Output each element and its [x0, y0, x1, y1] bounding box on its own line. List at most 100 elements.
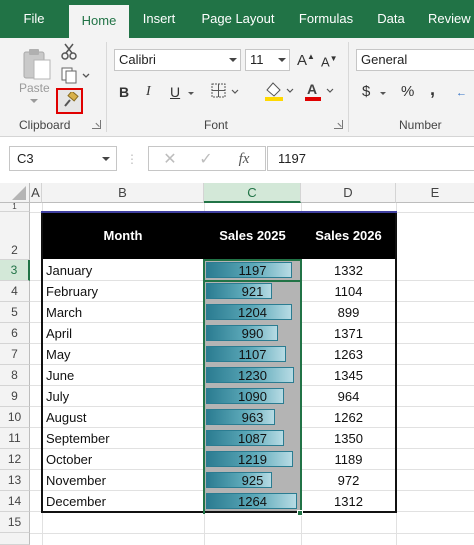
paste-label[interactable]: Paste: [19, 81, 50, 95]
cell-sales-2026[interactable]: 1312: [301, 491, 396, 512]
header-sales-2026[interactable]: Sales 2026: [301, 212, 396, 259]
row-header[interactable]: 2: [0, 212, 30, 260]
row-header[interactable]: 7: [0, 344, 30, 365]
cell-sales-2026[interactable]: 1350: [301, 428, 396, 449]
cell-sales-2025[interactable]: 1219: [204, 449, 301, 470]
header-month[interactable]: Month: [42, 212, 204, 259]
cell-sales-2025[interactable]: 990: [204, 323, 301, 344]
cell-sales-2025[interactable]: 1087: [204, 428, 301, 449]
cell-month[interactable]: April: [43, 323, 203, 344]
row-header[interactable]: 4: [0, 281, 30, 302]
font-name-select[interactable]: Calibri: [114, 49, 241, 71]
copy-icon[interactable]: [58, 65, 92, 85]
row-header[interactable]: [0, 533, 30, 545]
percent-button[interactable]: %: [401, 83, 414, 100]
cell-sales-2025[interactable]: 921: [204, 281, 301, 302]
tab-formulas[interactable]: Formulas: [294, 0, 358, 38]
insert-function-icon[interactable]: fx: [233, 149, 255, 169]
cell-month[interactable]: May: [43, 344, 203, 365]
row-header[interactable]: 10: [0, 407, 30, 428]
comma-style-button[interactable]: ,: [430, 79, 435, 100]
cell-sales-2026[interactable]: 1345: [301, 365, 396, 386]
cell-month[interactable]: October: [43, 449, 203, 470]
column-header-b[interactable]: B: [42, 183, 204, 203]
cell-sales-2026[interactable]: 1104: [301, 281, 396, 302]
cell-sales-2026[interactable]: 1371: [301, 323, 396, 344]
tab-data[interactable]: Data: [372, 0, 410, 38]
cell-sales-2025[interactable]: 1204: [204, 302, 301, 323]
cell-sales-2026[interactable]: 1332: [301, 260, 396, 281]
cell-month[interactable]: January: [43, 260, 203, 281]
enter-check-icon[interactable]: ✓: [197, 149, 215, 169]
cancel-icon[interactable]: ✕: [161, 149, 179, 169]
tab-review[interactable]: Review: [428, 0, 474, 38]
row-header[interactable]: 6: [0, 323, 30, 344]
column-header-d[interactable]: D: [301, 183, 396, 203]
decrease-font-size-button[interactable]: A▼: [321, 54, 338, 69]
tab-file[interactable]: File: [14, 0, 54, 38]
fill-color-icon[interactable]: [262, 79, 298, 103]
cell-month[interactable]: December: [43, 491, 203, 512]
font-color-icon[interactable]: A: [302, 79, 338, 103]
cell-sales-2026[interactable]: 1189: [301, 449, 396, 470]
cell-month[interactable]: September: [43, 428, 203, 449]
cell-sales-2025[interactable]: 963: [204, 407, 301, 428]
font-size-select[interactable]: 11: [245, 49, 290, 71]
row-header[interactable]: 9: [0, 386, 30, 407]
name-box[interactable]: C3: [9, 146, 117, 171]
number-format-select[interactable]: General: [356, 49, 474, 71]
row-header[interactable]: 8: [0, 365, 30, 386]
cell-month[interactable]: November: [43, 470, 203, 491]
increase-decimal-icon[interactable]: ←: [456, 82, 474, 102]
paste-icon[interactable]: [20, 46, 54, 82]
cell-sales-2025[interactable]: 1197: [204, 260, 301, 281]
cell-sales-2025[interactable]: 1230: [204, 365, 301, 386]
cell-month[interactable]: August: [43, 407, 203, 428]
clipboard-launcher-icon[interactable]: [92, 120, 101, 129]
row-header[interactable]: 13: [0, 470, 30, 491]
cell-sales-2025[interactable]: 1090: [204, 386, 301, 407]
row-header[interactable]: 11: [0, 428, 30, 449]
paste-dropdown-icon[interactable]: [24, 96, 44, 106]
underline-button[interactable]: U: [170, 84, 180, 100]
header-sales-2025[interactable]: Sales 2025: [204, 212, 301, 259]
cell-sales-2026[interactable]: 972: [301, 470, 396, 491]
tab-page-layout[interactable]: Page Layout: [196, 0, 280, 38]
fill-handle[interactable]: [297, 510, 303, 516]
increase-font-size-button[interactable]: A▲: [297, 52, 315, 69]
row-header[interactable]: 1: [0, 203, 30, 212]
format-painter-icon[interactable]: [56, 88, 83, 114]
row-header[interactable]: 5: [0, 302, 30, 323]
column-header-e[interactable]: E: [396, 183, 474, 203]
cell-sales-2025[interactable]: 1264: [204, 491, 301, 512]
cell-month[interactable]: February: [43, 281, 203, 302]
select-all-corner[interactable]: [0, 183, 30, 203]
underline-dropdown-icon[interactable]: [186, 88, 196, 98]
cell-sales-2026[interactable]: 899: [301, 302, 396, 323]
currency-dropdown-icon[interactable]: [378, 88, 388, 98]
cell-sales-2025[interactable]: 925: [204, 470, 301, 491]
cell-sales-2026[interactable]: 964: [301, 386, 396, 407]
row-header[interactable]: 14: [0, 491, 30, 512]
tab-insert[interactable]: Insert: [137, 0, 181, 38]
currency-button[interactable]: $: [362, 83, 370, 100]
font-launcher-icon[interactable]: [334, 120, 343, 129]
row-header[interactable]: 3: [0, 260, 30, 281]
italic-button[interactable]: I: [146, 84, 151, 100]
cell-sales-2026[interactable]: 1263: [301, 344, 396, 365]
formula-input[interactable]: 1197: [267, 146, 474, 171]
cut-icon[interactable]: [58, 42, 80, 62]
row-header[interactable]: 15: [0, 512, 30, 533]
cell-sales-2025[interactable]: 1107: [204, 344, 301, 365]
borders-icon[interactable]: [209, 81, 245, 101]
tab-home[interactable]: Home: [69, 5, 129, 38]
column-header-a[interactable]: A: [30, 183, 42, 203]
cell-month[interactable]: March: [43, 302, 203, 323]
formula-bar-grip-icon[interactable]: ⋮: [126, 150, 138, 168]
bold-button[interactable]: B: [119, 84, 129, 100]
column-header-c[interactable]: C: [204, 183, 301, 203]
cell-sales-2026[interactable]: 1262: [301, 407, 396, 428]
row-header[interactable]: 12: [0, 449, 30, 470]
cell-month[interactable]: June: [43, 365, 203, 386]
cell-month[interactable]: July: [43, 386, 203, 407]
